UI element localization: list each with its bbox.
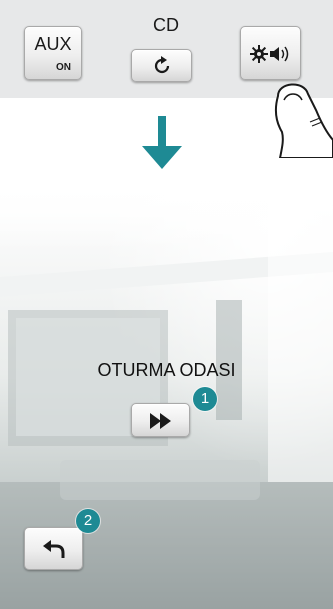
aux-button[interactable]: AUX ON: [24, 26, 82, 80]
next-room-button[interactable]: [131, 403, 190, 437]
room-background: OTURMA ODASI 1 2: [0, 182, 333, 609]
arrow-down-icon: [142, 116, 182, 169]
room-title: OTURMA ODASI: [97, 360, 236, 380]
callout-badge-1: 1: [193, 387, 217, 411]
cd-refresh-button[interactable]: [131, 49, 192, 82]
refresh-icon: [154, 56, 170, 74]
back-button[interactable]: [24, 527, 83, 570]
fast-forward-icon: [150, 413, 171, 429]
callout-badge-2: 2: [76, 509, 100, 533]
scene-fade: [0, 182, 333, 252]
hand-pointer-icon: [274, 83, 333, 158]
aux-label: AUX: [34, 34, 72, 54]
aux-state-label: ON: [56, 62, 71, 73]
back-arrow-icon: [43, 540, 65, 558]
cd-label: CD: [153, 15, 179, 35]
